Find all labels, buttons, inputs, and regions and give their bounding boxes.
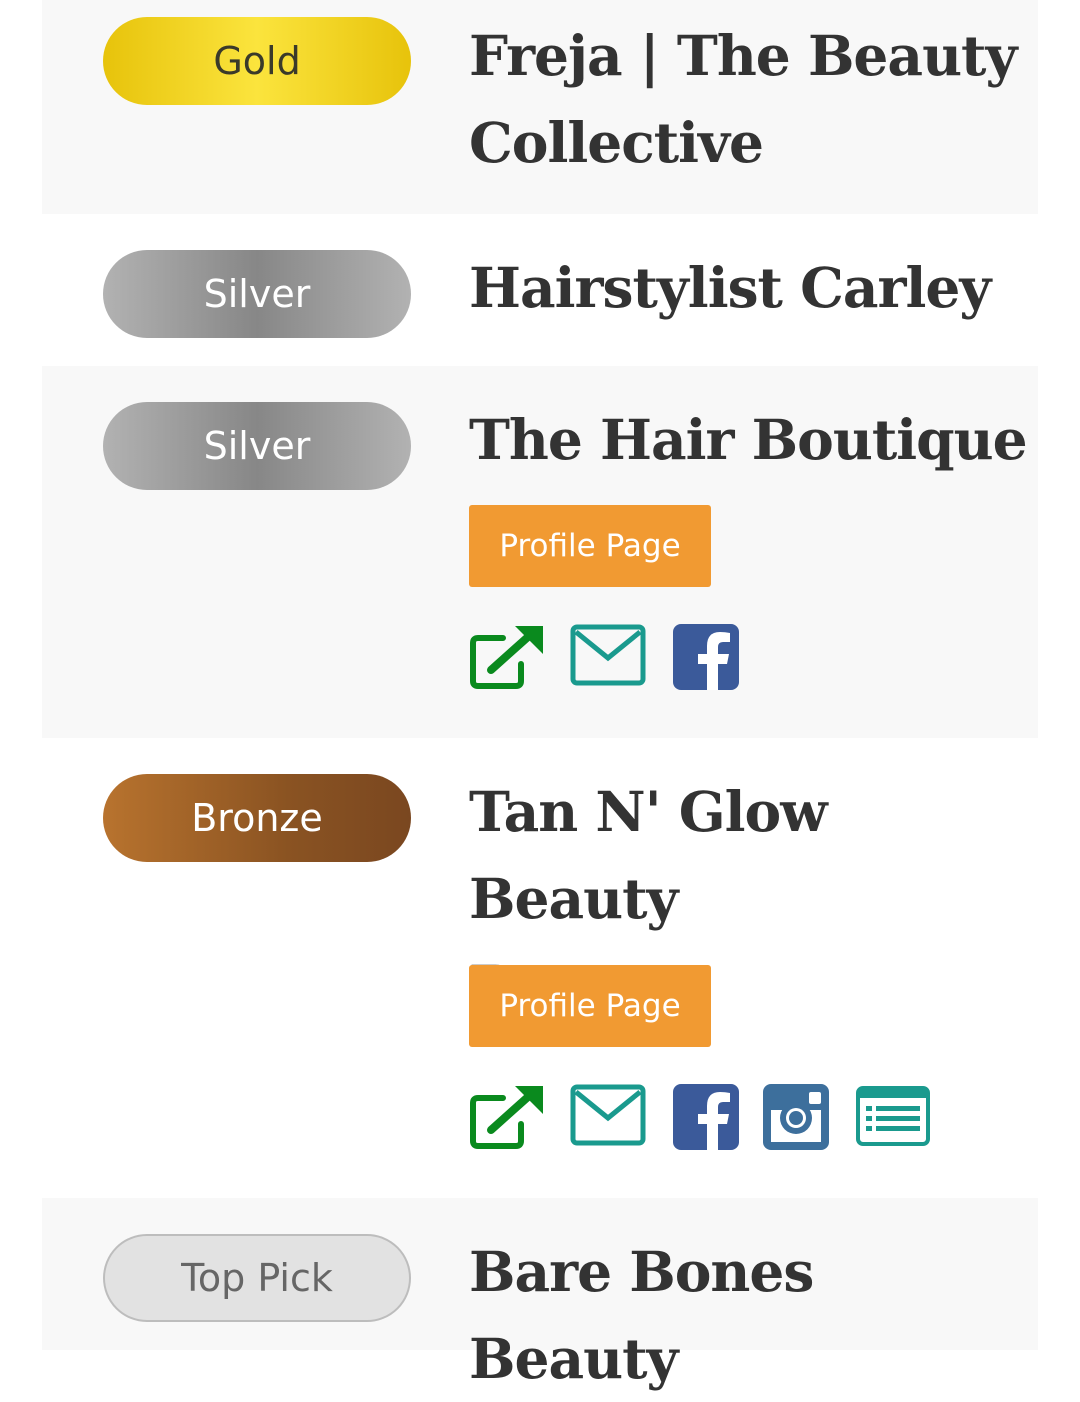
tier-badge-bronze: Bronze bbox=[103, 774, 411, 862]
tier-badge-silver: Silver bbox=[103, 250, 411, 338]
tier-badge-gold: Gold bbox=[103, 17, 411, 105]
listing-title-line: Hairstylist Carley bbox=[469, 255, 991, 320]
listing-title-line: The Hair Boutique bbox=[469, 407, 1028, 472]
tier-badge-top-pick: Top Pick bbox=[103, 1234, 411, 1322]
tier-badge-silver: Silver bbox=[103, 402, 411, 490]
listing-row-bare-bones: Top Pick Bare Bones Beauty bbox=[42, 1198, 1038, 1391]
listing-row-freja: Gold Freja | The Beauty Collective bbox=[42, 0, 1038, 214]
listing-title-line: Freja | The Beauty bbox=[469, 23, 1017, 88]
profile-page-button[interactable]: Profile Page bbox=[469, 965, 711, 1047]
listing-row-tan-n-glow: Bronze Tan N' Glow Beauty Bar Profile Pa… bbox=[42, 738, 1038, 1198]
profile-page-button[interactable]: Profile Page bbox=[469, 505, 711, 587]
listing-title-line: Tan N' Glow Beauty bbox=[469, 779, 828, 931]
listing-row-carley: Silver Hairstylist Carley bbox=[42, 214, 1038, 366]
listing-row-hair-boutique: Silver The Hair Boutique Profile Page bbox=[42, 366, 1038, 738]
facebook-icon[interactable] bbox=[673, 1084, 739, 1150]
listing-title-line: Bare Bones Beauty bbox=[469, 1239, 814, 1391]
list-icon[interactable] bbox=[856, 1086, 930, 1146]
instagram-icon[interactable] bbox=[763, 1084, 829, 1150]
listing-title[interactable]: The Hair Boutique bbox=[469, 396, 1029, 483]
listing-title[interactable]: Bare Bones Beauty bbox=[469, 1228, 1029, 1402]
external-link-icon[interactable] bbox=[469, 1084, 545, 1150]
email-icon[interactable] bbox=[570, 1084, 646, 1146]
listing-title-line: Collective bbox=[469, 110, 764, 175]
listing-title[interactable]: Hairstylist Carley bbox=[469, 244, 1029, 331]
listing-title[interactable]: Freja | The Beauty Collective bbox=[469, 12, 1029, 186]
external-link-icon[interactable] bbox=[469, 624, 545, 690]
facebook-icon[interactable] bbox=[673, 624, 739, 690]
email-icon[interactable] bbox=[570, 624, 646, 686]
